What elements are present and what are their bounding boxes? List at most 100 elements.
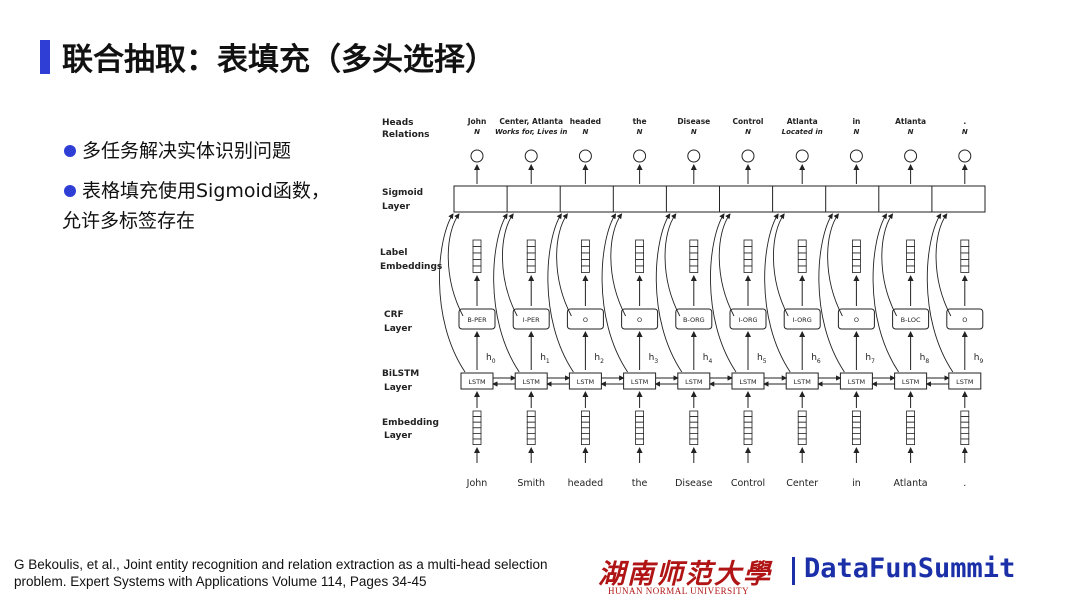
label-embedding-cell [526,239,536,247]
label-embedding-cell [472,259,482,267]
word-embedding-cell [906,438,915,445]
label-embedding-cell [526,265,536,273]
label-embedding-cell [472,252,482,260]
hidden-state-label: h6 [811,353,821,365]
crf-tag: B-ORG [683,316,705,324]
label-embedding-cell [472,246,482,254]
bullet-list: 多任务解决实体识别问题 表格填充使用Sigmoid函数， 允许多标签存在 [62,136,362,246]
label-embedding-cell [960,246,970,254]
skip-arrow [935,213,952,317]
hidden-state-index: 8 [925,358,929,365]
head-label: headed [570,117,601,126]
label-embedding-cell [472,239,482,247]
crf-tag: I-ORG [793,316,812,324]
skip-arrow [556,213,572,317]
word-embedding-cell [797,427,807,434]
label-embedding-cell [743,265,753,273]
word-embedding-cell [743,427,753,434]
label-embedding-cell [689,259,699,267]
word-embedding-cell [851,427,861,434]
label-embedding-cell [526,252,536,260]
lstm-label: LSTM [685,378,702,386]
crf-tag: I-ORG [738,316,757,324]
label-embedding-cell [635,265,645,273]
bilstm-layer-label-2: Layer [384,383,413,393]
hidden-state-label: h7 [865,353,875,365]
embedding-layer-label-2: Layer [384,431,413,441]
hidden-state-arrow [601,213,628,373]
word-embedding-cell [960,427,970,434]
label-embedding-cell [906,239,915,247]
label-embedding-cell [526,246,536,254]
word-embedding-cell [797,416,807,423]
label-embedding-cell [797,265,807,273]
label-embedding-cell [526,259,536,267]
relation-label: N [853,128,859,136]
hidden-state-arrow [764,213,791,373]
output-node-icon [578,149,592,163]
hidden-state-label: h1 [540,353,550,365]
word-embedding-cell [743,432,753,440]
hidden-state-index: 4 [709,358,713,365]
word-embedding-cell [851,410,861,417]
word-embedding-cell [580,416,590,423]
hidden-state-arrow [655,213,683,373]
word-embedding-cell [635,416,645,423]
relation-label: N [908,128,914,136]
head-label: Control [732,117,763,126]
word-embedding-cell [580,421,590,429]
word-embedding-cell [906,421,915,429]
word-embedding-cell [851,421,861,429]
hidden-state-index: 1 [546,358,550,365]
hidden-state-index: 0 [492,358,496,365]
word-embedding-cell [906,427,915,434]
head-label: in [852,117,860,126]
skip-arrow [664,213,681,317]
skip-arrow [610,213,626,317]
skip-arrow [502,213,518,317]
word-embedding-cell [580,410,590,417]
label-embedding-cell [472,265,482,273]
hidden-state-index: 5 [763,358,767,365]
relation-label: N [745,128,751,136]
word-embedding-cell [851,416,861,423]
word-embedding-cell [689,421,699,429]
word-embedding-cell [526,432,536,440]
hidden-state-index: 3 [654,358,658,365]
word-embedding-cell [743,421,753,429]
word-embedding-cell [743,410,753,417]
label-embedding-cell [580,265,590,273]
label-embeddings-label: Label [380,248,407,258]
word-embedding-cell [743,438,753,445]
lstm-label: LSTM [468,378,485,386]
word-embedding-cell [960,438,970,445]
lstm-label: LSTM [848,378,865,386]
output-node-icon [633,149,647,163]
hidden-state-label: h8 [920,353,930,365]
hidden-state-index: 2 [600,358,604,365]
relation-label: N [962,128,968,136]
relations-layer-label: Relations [382,130,430,140]
crf-tag: B-PER [467,316,487,324]
head-label: Atlanta [895,117,926,126]
hidden-state-arrow [439,213,466,373]
hidden-state-arrow [818,213,845,373]
word-embedding-cell [526,438,536,445]
university-logo-english: HUNAN NORMAL UNIVERSITY [608,586,750,596]
hidden-state-arrow [872,213,899,373]
word-embedding-cell [472,432,482,440]
sigmoid-layer-label: Sigmoid [382,188,423,198]
citation: G Bekoulis, et al., Joint entity recogni… [14,556,574,590]
head-label: Disease [677,117,710,126]
bullet-item: 多任务解决实体识别问题 [62,136,362,166]
label-embedding-cell [580,252,590,260]
head-label: Center, Atlanta [499,117,563,126]
bullet-dot-icon [64,145,76,157]
label-embedding-cell [851,246,861,254]
label-embedding-cell [906,246,915,254]
hidden-state-index: 9 [980,358,984,365]
word-embedding-cell [906,416,915,423]
input-word: Center [786,478,818,489]
relation-label: N [691,128,697,136]
output-node-icon [958,149,972,163]
